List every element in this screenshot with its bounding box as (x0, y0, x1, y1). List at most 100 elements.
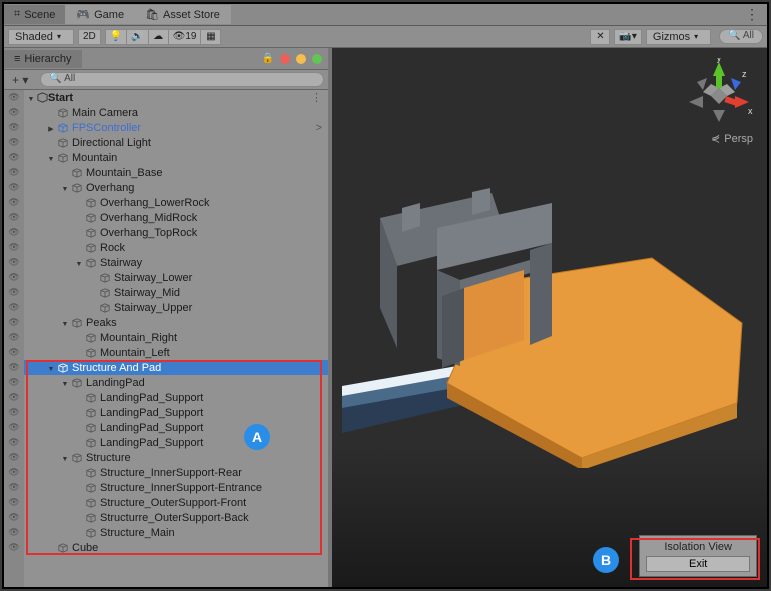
visibility-toggle[interactable]: 👁 (4, 510, 24, 525)
expand-arrow-icon[interactable] (46, 123, 56, 133)
visibility-toggle[interactable]: 👁 (4, 240, 24, 255)
visibility-toggle[interactable]: 👁 (4, 450, 24, 465)
scene-search[interactable]: 🔍 All (719, 29, 763, 44)
isolation-exit-button[interactable]: Exit (646, 556, 750, 572)
orientation-gizmo[interactable]: y x z (685, 58, 753, 126)
add-object-button[interactable]: + ▾ (8, 73, 32, 87)
tree-row[interactable]: Structure_InnerSupport-Rear (24, 465, 328, 480)
tree-row[interactable]: Mountain_Left (24, 345, 328, 360)
tree-row[interactable]: Structure_Main (24, 525, 328, 540)
tree-row[interactable]: LandingPad (24, 375, 328, 390)
tree-row[interactable]: Stairway_Upper (24, 300, 328, 315)
mode-2d-button[interactable]: 2D (78, 29, 101, 45)
tab-scene[interactable]: ⌗ Scene (4, 5, 66, 24)
visibility-toggle[interactable]: 👁 (4, 150, 24, 165)
visibility-toggle[interactable]: 👁 (4, 375, 24, 390)
tree-row[interactable]: Cube (24, 540, 328, 555)
scene-menu-icon[interactable]: ⋮ (311, 91, 322, 104)
tab-asset-store[interactable]: 🛍 Asset Store (135, 5, 231, 24)
tree-row[interactable]: LandingPad_Support (24, 390, 328, 405)
tree-row[interactable]: Mountain_Base (24, 165, 328, 180)
expand-arrow-icon[interactable] (74, 258, 84, 268)
visibility-toggle[interactable]: 👁 (4, 255, 24, 270)
tree-row[interactable]: Overhang_TopRock (24, 225, 328, 240)
visibility-toggle[interactable]: 👁 (4, 540, 24, 555)
tree-row[interactable]: Overhang (24, 180, 328, 195)
gizmos-dropdown[interactable]: Gizmos (646, 29, 711, 45)
expand-arrow-icon[interactable] (46, 363, 56, 373)
expand-arrow-icon[interactable] (26, 93, 36, 103)
lock-icon[interactable]: 🔒 (262, 53, 274, 64)
camera-button[interactable]: 📷▾ (614, 29, 641, 45)
tab-menu-icon[interactable]: ⋮ (745, 6, 759, 23)
tree-row[interactable]: Overhang_MidRock (24, 210, 328, 225)
visibility-toggle[interactable]: 👁 (4, 495, 24, 510)
hierarchy-search[interactable]: 🔍 All (40, 72, 324, 87)
grid-toggle[interactable]: ▦ (201, 29, 221, 45)
tree-row[interactable]: Structure_InnerSupport-Entrance (24, 480, 328, 495)
tree-row[interactable]: Structure And Pad (24, 360, 328, 375)
window-minimize-icon[interactable] (296, 54, 306, 64)
visibility-toggle[interactable]: 👁 (4, 435, 24, 450)
tree-row[interactable]: LandingPad_Support (24, 405, 328, 420)
visibility-toggle[interactable]: 👁 (4, 270, 24, 285)
expand-arrow-icon[interactable] (60, 378, 70, 388)
tree-row[interactable]: Stairway_Lower (24, 270, 328, 285)
expand-arrow-icon[interactable] (60, 318, 70, 328)
tree-row[interactable]: FPSController> (24, 120, 328, 135)
lighting-toggle[interactable]: 💡 (105, 29, 127, 45)
scene-viewport[interactable]: y x z ⋞ Persp (332, 48, 767, 587)
tree-row[interactable]: LandingPad_Support (24, 435, 328, 450)
expand-arrow-icon[interactable] (60, 453, 70, 463)
tree-row[interactable]: Rock (24, 240, 328, 255)
visibility-toggle[interactable]: 👁 (4, 285, 24, 300)
tree-item-label: Structure_Main (100, 527, 175, 539)
draw-mode-select[interactable]: Shaded (8, 29, 74, 45)
visibility-toggle[interactable]: 👁 (4, 210, 24, 225)
tree-row[interactable]: Stairway (24, 255, 328, 270)
projection-label[interactable]: ⋞ Persp (711, 132, 753, 145)
visibility-toggle[interactable]: 👁 (4, 135, 24, 150)
tree-row[interactable]: Structurre_OuterSupport-Back (24, 510, 328, 525)
visibility-toggle[interactable]: 👁 (4, 330, 24, 345)
visibility-toggle[interactable]: 👁 (4, 390, 24, 405)
visibility-toggle[interactable]: 👁 (4, 345, 24, 360)
visibility-toggle[interactable]: 👁 (4, 180, 24, 195)
tree-row[interactable]: Mountain (24, 150, 328, 165)
hidden-objects-button[interactable]: 👁 19 (169, 29, 202, 45)
visibility-toggle[interactable]: 👁 (4, 315, 24, 330)
visibility-toggle[interactable]: 👁 (4, 420, 24, 435)
visibility-toggle[interactable]: 👁 (4, 105, 24, 120)
visibility-toggle[interactable]: 👁 (4, 90, 24, 105)
tree-row[interactable]: Structure (24, 450, 328, 465)
expand-arrow-icon[interactable] (46, 153, 56, 163)
tree-row[interactable]: Peaks (24, 315, 328, 330)
window-close-icon[interactable] (280, 54, 290, 64)
visibility-toggle[interactable]: 👁 (4, 165, 24, 180)
visibility-toggle[interactable]: 👁 (4, 480, 24, 495)
tools-button[interactable]: ✕ (590, 29, 610, 45)
tree-row[interactable]: Stairway_Mid (24, 285, 328, 300)
chevron-right-icon[interactable]: > (316, 122, 322, 134)
tree-row[interactable]: Structure_OuterSupport-Front (24, 495, 328, 510)
tree-row[interactable]: LandingPad_Support (24, 420, 328, 435)
visibility-toggle[interactable]: 👁 (4, 300, 24, 315)
scene-root[interactable]: Start ⋮ (24, 90, 328, 105)
tree-row[interactable]: Overhang_LowerRock (24, 195, 328, 210)
expand-arrow-icon[interactable] (60, 183, 70, 193)
visibility-toggle[interactable]: 👁 (4, 120, 24, 135)
visibility-toggle[interactable]: 👁 (4, 525, 24, 540)
visibility-toggle[interactable]: 👁 (4, 225, 24, 240)
visibility-toggle[interactable]: 👁 (4, 195, 24, 210)
visibility-toggle[interactable]: 👁 (4, 360, 24, 375)
tab-game[interactable]: 🎮 Game (66, 5, 135, 24)
tree-row[interactable]: Directional Light (24, 135, 328, 150)
tree-row[interactable]: Mountain_Right (24, 330, 328, 345)
visibility-toggle[interactable]: 👁 (4, 405, 24, 420)
hierarchy-tab[interactable]: ≡ Hierarchy (4, 50, 82, 68)
tree-row[interactable]: Main Camera (24, 105, 328, 120)
visibility-toggle[interactable]: 👁 (4, 465, 24, 480)
window-maximize-icon[interactable] (312, 54, 322, 64)
audio-toggle[interactable]: 🔊 (127, 29, 148, 45)
fx-toggle[interactable]: ☁ (149, 29, 169, 45)
